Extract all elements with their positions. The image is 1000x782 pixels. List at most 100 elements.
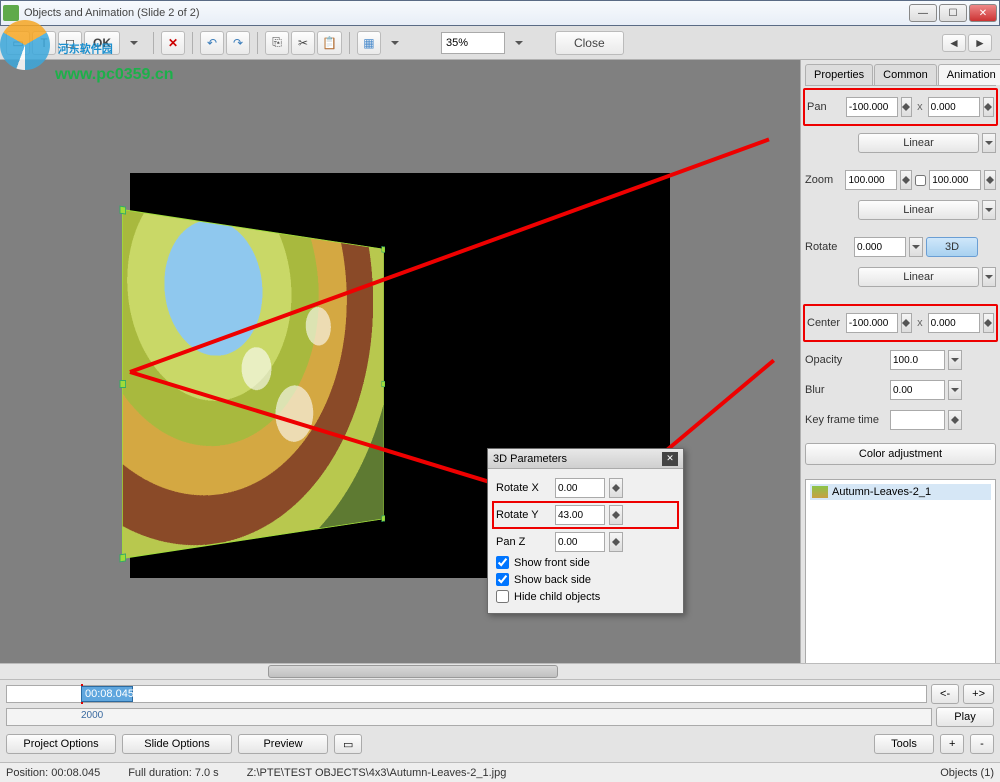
rotatex-spinner[interactable] bbox=[609, 478, 623, 498]
opacity-label: Opacity bbox=[805, 354, 887, 366]
zoom-y-spinner[interactable] bbox=[984, 170, 996, 190]
keyframetime-spinner[interactable] bbox=[948, 410, 962, 430]
rotate-label: Rotate bbox=[805, 241, 851, 253]
close-button[interactable]: Close bbox=[555, 31, 624, 55]
opacity-input[interactable] bbox=[890, 350, 945, 370]
zoom-x-input[interactable] bbox=[845, 170, 897, 190]
blur-dropdown[interactable] bbox=[948, 380, 962, 400]
zoom-x-spinner[interactable] bbox=[900, 170, 912, 190]
next-slide-button[interactable]: ► bbox=[968, 34, 992, 52]
tools-button[interactable]: Tools bbox=[874, 734, 934, 754]
resize-handle[interactable] bbox=[381, 246, 385, 253]
slide-options-button[interactable]: Slide Options bbox=[122, 734, 232, 754]
pan-y-input[interactable] bbox=[928, 97, 980, 117]
play-button[interactable]: Play bbox=[936, 707, 994, 727]
copy-button[interactable]: ⎘ bbox=[265, 31, 289, 55]
3d-parameters-dialog[interactable]: 3D Parameters ✕ Rotate X Rotate Y Pan Z … bbox=[487, 448, 684, 614]
dropdown-arrow-icon[interactable] bbox=[982, 200, 996, 220]
rotatey-input[interactable] bbox=[555, 505, 605, 525]
window-close-button[interactable]: ✕ bbox=[969, 4, 997, 22]
center-y-spinner[interactable] bbox=[983, 313, 994, 333]
panz-label: Pan Z bbox=[496, 536, 551, 548]
dropdown-arrow-icon[interactable] bbox=[982, 133, 996, 153]
center-label: Center bbox=[807, 317, 843, 329]
resize-handle[interactable] bbox=[120, 553, 126, 562]
dialog-close-button[interactable]: ✕ bbox=[662, 452, 678, 466]
keyframe-marker[interactable]: 00:08.045 bbox=[81, 686, 133, 702]
pan-y-spinner[interactable] bbox=[983, 97, 994, 117]
3d-button[interactable]: 3D bbox=[926, 237, 978, 257]
rotate-linear-dropdown[interactable]: Linear bbox=[858, 267, 979, 287]
rotatey-label: Rotate Y bbox=[496, 509, 551, 521]
watermark-text: 河东软件园 bbox=[58, 43, 113, 55]
hide-child-checkbox[interactable] bbox=[496, 590, 509, 603]
tab-animation[interactable]: Animation bbox=[938, 64, 1000, 85]
project-options-button[interactable]: Project Options bbox=[6, 734, 116, 754]
rotate-dropdown[interactable] bbox=[909, 237, 923, 257]
x-separator: x bbox=[915, 317, 925, 329]
blur-label: Blur bbox=[805, 384, 887, 396]
minimize-button[interactable]: — bbox=[909, 4, 937, 22]
opacity-dropdown[interactable] bbox=[948, 350, 962, 370]
resize-handle[interactable] bbox=[120, 379, 126, 387]
watermark-url: www.pc0359.cn bbox=[55, 66, 174, 84]
zoom-linear-dropdown[interactable]: Linear bbox=[858, 200, 979, 220]
window-title: Objects and Animation (Slide 2 of 2) bbox=[24, 7, 909, 19]
zoom-input[interactable] bbox=[441, 32, 505, 54]
object-tree[interactable]: Autumn-Leaves-2_1 bbox=[805, 479, 996, 686]
blur-input[interactable] bbox=[890, 380, 945, 400]
dropdown-arrow-icon[interactable] bbox=[982, 267, 996, 287]
center-x-spinner[interactable] bbox=[901, 313, 912, 333]
preview-button[interactable]: Preview bbox=[238, 734, 328, 754]
pan-x-spinner[interactable] bbox=[901, 97, 912, 117]
pan-x-input[interactable] bbox=[846, 97, 898, 117]
side-panel: Properties Common Animation Pan x Linear… bbox=[800, 60, 1000, 690]
resize-handle[interactable] bbox=[381, 515, 385, 522]
rotatex-input[interactable] bbox=[555, 478, 605, 498]
tab-properties[interactable]: Properties bbox=[805, 64, 873, 85]
resize-handle[interactable] bbox=[120, 205, 126, 214]
dialog-title: 3D Parameters bbox=[493, 453, 567, 465]
prev-slide-button[interactable]: ◄ bbox=[942, 34, 966, 52]
timeline-ruler[interactable]: 2000 bbox=[6, 708, 932, 726]
center-y-input[interactable] bbox=[928, 313, 980, 333]
rotatey-spinner[interactable] bbox=[609, 505, 623, 525]
x-separator: x bbox=[915, 101, 925, 113]
show-front-label: Show front side bbox=[514, 557, 590, 569]
maximize-button[interactable]: ☐ bbox=[939, 4, 967, 22]
show-back-checkbox[interactable] bbox=[496, 573, 509, 586]
redo-button[interactable]: ↷ bbox=[226, 31, 250, 55]
status-position: Position: 00:08.045 bbox=[6, 767, 100, 779]
status-objects: Objects (1) bbox=[940, 767, 994, 779]
show-front-checkbox[interactable] bbox=[496, 556, 509, 569]
timeline-track[interactable]: 00:08.045 bbox=[6, 685, 927, 703]
tab-common[interactable]: Common bbox=[874, 64, 937, 85]
keyframetime-input[interactable] bbox=[890, 410, 945, 430]
zoom-link-checkbox[interactable] bbox=[915, 174, 926, 187]
grid-button[interactable]: ▦ bbox=[357, 31, 381, 55]
grid-dropdown[interactable] bbox=[383, 31, 407, 55]
resize-handle[interactable] bbox=[381, 380, 385, 386]
center-x-input[interactable] bbox=[846, 313, 898, 333]
pan-linear-dropdown[interactable]: Linear bbox=[858, 133, 979, 153]
cut-button[interactable]: ✂ bbox=[291, 31, 315, 55]
fullscreen-preview-button[interactable]: ▭ bbox=[334, 734, 362, 754]
next-keyframe-button[interactable]: +> bbox=[963, 684, 994, 704]
rotate-input[interactable] bbox=[854, 237, 906, 257]
object-tree-item[interactable]: Autumn-Leaves-2_1 bbox=[810, 484, 991, 500]
paste-button[interactable]: 📋 bbox=[317, 31, 342, 55]
color-adjustment-button[interactable]: Color adjustment bbox=[805, 443, 996, 465]
app-icon bbox=[3, 5, 19, 21]
time-marker: 2000 bbox=[81, 710, 103, 721]
scrollbar-thumb[interactable] bbox=[268, 665, 558, 678]
prev-keyframe-button[interactable]: <- bbox=[931, 684, 959, 704]
add-keyframe-button[interactable]: + bbox=[940, 734, 964, 754]
zoom-dropdown[interactable] bbox=[507, 31, 531, 55]
undo-button[interactable]: ↶ bbox=[200, 31, 224, 55]
zoom-y-input[interactable] bbox=[929, 170, 981, 190]
horizontal-scrollbar[interactable] bbox=[0, 663, 1000, 679]
remove-keyframe-button[interactable]: - bbox=[970, 734, 994, 754]
panz-input[interactable] bbox=[555, 532, 605, 552]
show-back-label: Show back side bbox=[514, 574, 591, 586]
panz-spinner[interactable] bbox=[609, 532, 623, 552]
